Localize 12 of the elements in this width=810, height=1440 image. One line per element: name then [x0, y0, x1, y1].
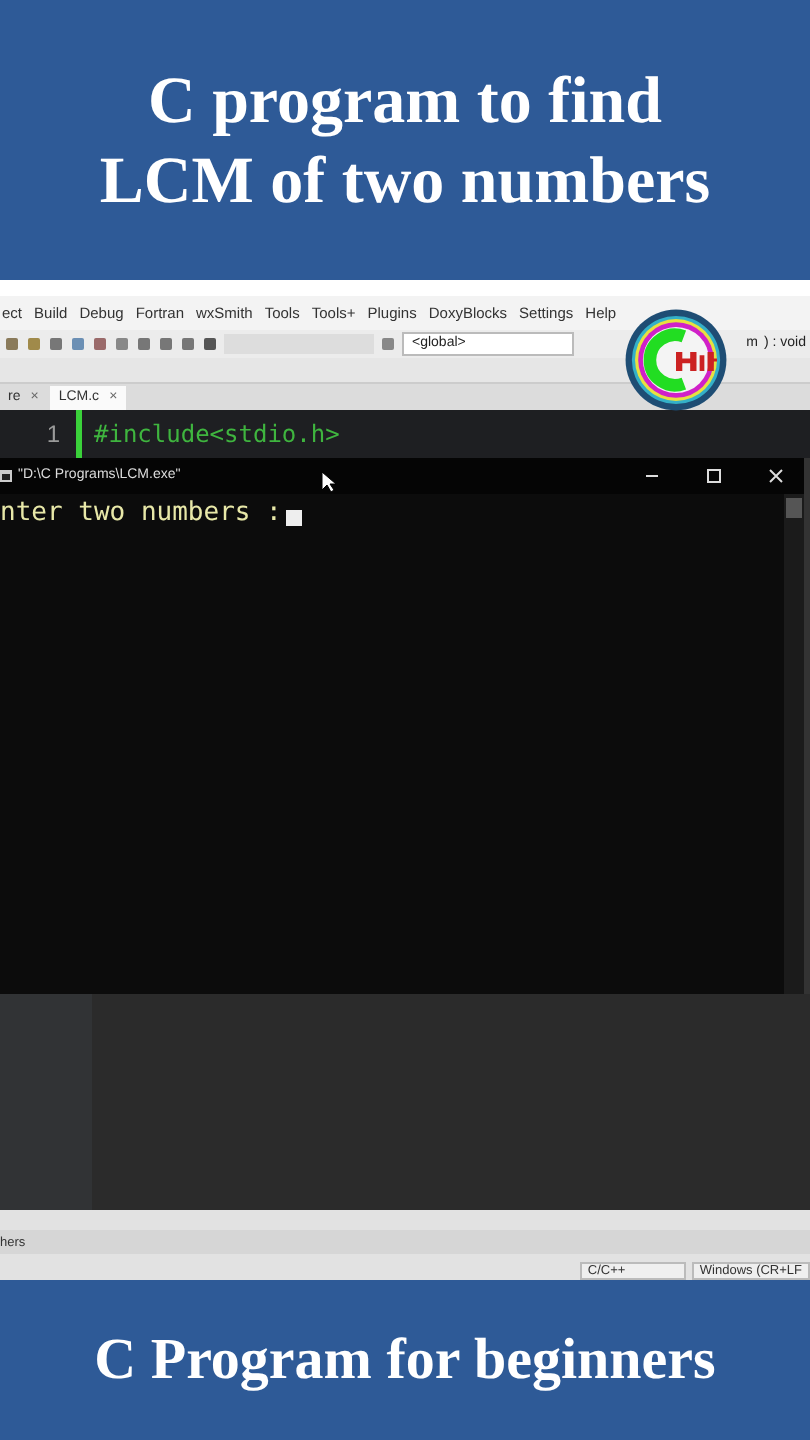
- console-output: nter two numbers :: [0, 497, 282, 528]
- line-number: 1: [44, 419, 62, 448]
- banner-title: C program to find: [148, 64, 662, 143]
- code-line: #include<stdio.h>: [94, 419, 340, 448]
- close-icon[interactable]: [768, 467, 784, 484]
- toolbar-icon[interactable]: [380, 335, 396, 352]
- maximize-icon[interactable]: [706, 467, 722, 484]
- text-cursor: [285, 509, 302, 526]
- banner-title: C Program for beginners: [94, 1325, 716, 1395]
- console-icon: [0, 469, 12, 482]
- banner-title: LCM of two numbers: [99, 144, 711, 222]
- scrollbar[interactable]: [784, 493, 804, 995]
